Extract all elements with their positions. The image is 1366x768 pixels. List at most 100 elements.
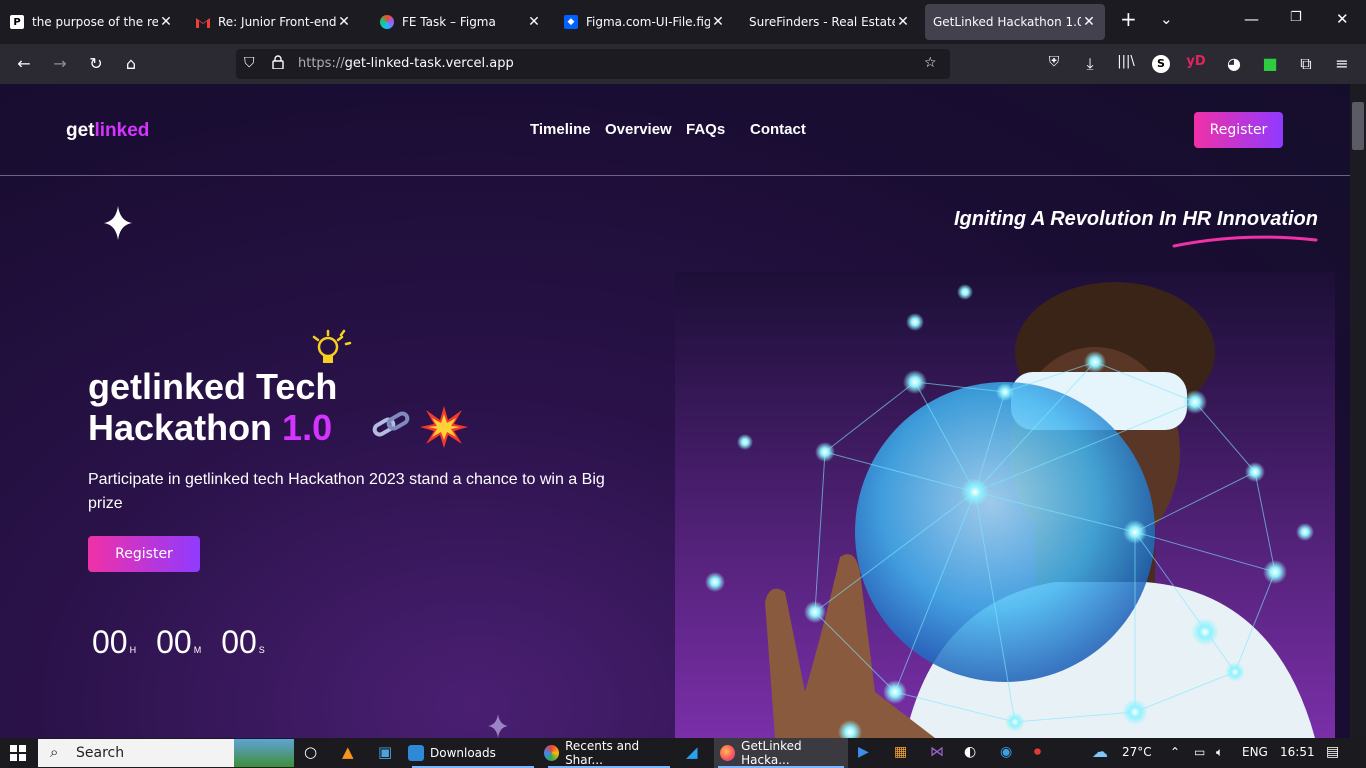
close-tab-icon[interactable]: ✕ (158, 14, 174, 30)
tab-perplexity[interactable]: P the purpose of the refre ✕ (2, 4, 182, 40)
nav-faqs[interactable]: FAQs (686, 121, 725, 138)
countdown-hours: 00 (92, 624, 128, 660)
taskbar-chrome[interactable]: Recents and Shar... (544, 738, 674, 768)
pocket-icon[interactable]: ⛨ (1044, 54, 1064, 70)
extension-green-icon[interactable]: ■ (1260, 54, 1280, 73)
notifications-icon[interactable]: ▤ (1326, 744, 1339, 760)
hero-headline: getlinked Tech Hackathon 1.0 (88, 366, 338, 448)
site-logo[interactable]: getlinked (66, 120, 149, 142)
battery-icon[interactable]: ▭ (1194, 745, 1205, 759)
task-view-icon[interactable]: ○ (304, 743, 317, 761)
search-label: Search (76, 745, 125, 761)
new-tab-icon[interactable]: + (1120, 7, 1137, 31)
show-hidden-icons-chevron-icon[interactable]: ⌃ (1170, 745, 1180, 759)
record-icon[interactable]: ⏺ (1034, 744, 1041, 760)
window-close-icon[interactable]: ✕ (1336, 10, 1349, 28)
downloads-folder-icon (408, 745, 424, 761)
vscode-icon[interactable]: ◢ (686, 743, 698, 761)
windows-taskbar: ⌕ Search ○ ▲ ▣ Downloads Recents and Sha… (0, 738, 1366, 768)
header-divider (0, 175, 1350, 176)
tab-figma[interactable]: FE Task – Figma ✕ (372, 4, 550, 40)
back-icon[interactable]: ← (14, 54, 34, 73)
firefox-icon (720, 745, 736, 761)
tab-title: Re: Junior Front-end Eng (218, 15, 336, 29)
extensions-puzzle-icon[interactable]: ⧉ (1296, 54, 1316, 74)
tab-gmail[interactable]: Re: Junior Front-end Eng ✕ (188, 4, 360, 40)
app-icon[interactable]: ◐ (964, 744, 976, 760)
tagline: Igniting A Revolution In HR Innovation (953, 208, 1318, 230)
getlinked-page: getlinked Timeline Overview FAQs Contact… (0, 84, 1350, 738)
lock-icon[interactable] (272, 55, 284, 73)
close-tab-icon[interactable]: ✕ (336, 14, 352, 30)
minimize-icon[interactable]: — (1244, 10, 1259, 28)
forward-icon[interactable]: → (50, 54, 70, 73)
menu-hamburger-icon[interactable]: ≡ (1332, 54, 1352, 73)
powershell-icon[interactable]: ▶ (858, 744, 869, 760)
tab-surefinders[interactable]: SureFinders - Real Estate, La ✕ (741, 4, 919, 40)
tab-title: SureFinders - Real Estate, La (749, 15, 895, 29)
explosion-icon (420, 406, 468, 452)
countdown-timer: 00 H 00 M 00 S (92, 624, 285, 661)
url-text[interactable]: https://get-linked-task.vercel.app (298, 56, 514, 71)
hero-register-button[interactable]: Register (88, 536, 200, 572)
clock[interactable]: 16:51 (1280, 745, 1315, 759)
header-register-button[interactable]: Register (1194, 112, 1283, 148)
bookmark-star-icon[interactable]: ☆ (924, 55, 937, 71)
volume-icon[interactable]: 🔈︎ (1216, 745, 1223, 760)
browser-tab-strip: P the purpose of the refre ✕ Re: Junior … (0, 0, 1366, 44)
perplexity-icon: P (10, 15, 24, 29)
weather-temp[interactable]: 27°C (1122, 745, 1152, 759)
windows-start-icon[interactable] (10, 745, 26, 764)
app-icon[interactable]: ◉ (1000, 744, 1012, 760)
close-tab-icon[interactable]: ✕ (895, 14, 911, 30)
tab-title: Figma.com-UI-File.fig (586, 15, 710, 29)
countdown-minutes: 00 (156, 624, 192, 660)
restore-icon[interactable]: ❐ (1290, 10, 1302, 25)
reload-icon[interactable]: ↻ (86, 54, 106, 73)
search-icon: ⌕ (50, 743, 59, 761)
extension-yd-icon[interactable]: yD (1186, 54, 1206, 69)
language-indicator[interactable]: ENG (1242, 745, 1268, 759)
search-highlight-image (234, 739, 294, 767)
sparkle-star-icon (488, 714, 508, 738)
shield-icon[interactable]: ⛉ (244, 55, 255, 71)
countdown-seconds: 00 (221, 624, 257, 660)
sparkle-star-icon (104, 206, 132, 244)
list-tabs-chevron-icon[interactable]: ⌄ (1160, 10, 1173, 28)
app-icon[interactable]: ▣ (378, 743, 392, 761)
browser-toolbar: ← → ↻ ⌂ ⛉ https://get-linked-task.vercel… (0, 44, 1366, 84)
vlc-icon[interactable]: ▲ (342, 743, 354, 761)
tab-title: GetLinked Hackathon 1.0 (933, 15, 1081, 29)
hero-description: Participate in getlinked tech Hackathon … (88, 471, 605, 512)
nav-timeline[interactable]: Timeline (530, 121, 591, 138)
taskbar-downloads[interactable]: Downloads (408, 738, 538, 768)
gmail-icon (196, 15, 210, 29)
weather-icon[interactable]: ☁ (1092, 742, 1108, 761)
scrollbar-thumb[interactable] (1352, 102, 1364, 150)
home-icon[interactable]: ⌂ (121, 54, 141, 73)
extension-cat-icon[interactable]: ◕ (1224, 54, 1244, 73)
taskbar-search[interactable]: ⌕ Search (38, 739, 294, 767)
tab-getlinked[interactable]: GetLinked Hackathon 1.0 ✕ (925, 4, 1105, 40)
tab-title: the purpose of the refre (32, 15, 158, 29)
taskbar-firefox[interactable]: GetLinked Hacka... (714, 738, 848, 768)
tab-title: FE Task – Figma (402, 15, 496, 29)
dropbox-icon: ◆ (564, 15, 578, 29)
nav-overview[interactable]: Overview (605, 121, 672, 138)
url-bar[interactable]: ⛉ https://get-linked-task.vercel.app ☆ (236, 49, 950, 79)
countdown-seconds-unit: S (258, 645, 265, 655)
close-tab-icon[interactable]: ✕ (710, 14, 726, 30)
library-icon[interactable]: |||\ (1116, 54, 1136, 69)
tagline-underline (1172, 235, 1318, 248)
page-scrollbar[interactable] (1350, 84, 1366, 738)
app-icon[interactable]: ▦ (894, 744, 907, 760)
hero-illustration (675, 272, 1335, 738)
tab-dropbox[interactable]: ◆ Figma.com-UI-File.fig ✕ (556, 4, 734, 40)
visual-studio-icon[interactable]: ⋈ (930, 744, 944, 760)
close-tab-icon[interactable]: ✕ (1081, 14, 1097, 30)
downloads-icon[interactable]: ⤓ (1080, 54, 1100, 74)
extension-s-icon[interactable]: S (1152, 55, 1170, 73)
nav-contact[interactable]: Contact (750, 121, 806, 138)
chrome-icon (544, 745, 560, 761)
close-tab-icon[interactable]: ✕ (526, 14, 542, 30)
